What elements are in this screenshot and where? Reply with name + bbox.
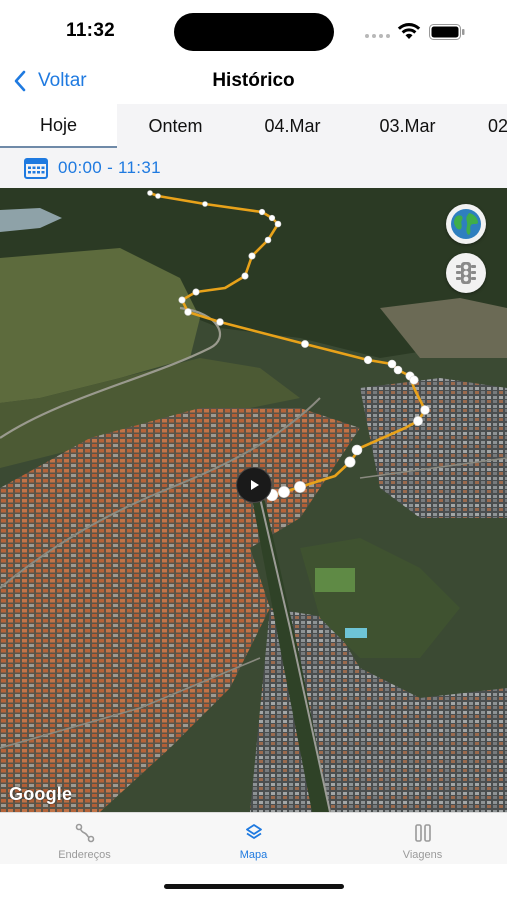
tab-mapa-label: Mapa	[239, 849, 268, 861]
traffic-toggle-button[interactable]	[446, 253, 486, 293]
navigation-bar: Voltar Histórico	[0, 58, 507, 104]
time-range-label: 00:00 - 11:31	[58, 158, 161, 177]
wifi-icon	[397, 23, 421, 39]
tab-viagens[interactable]: Viagens	[338, 813, 507, 865]
tab-enderecos-label: Endereços	[58, 849, 111, 861]
home-indicator[interactable]	[164, 884, 344, 889]
play-route-button[interactable]	[236, 467, 272, 503]
status-time: 11:32	[66, 20, 116, 41]
tab-04-mar[interactable]: 04.Mar	[234, 104, 351, 148]
layers-icon	[245, 824, 262, 839]
globe-icon	[451, 209, 481, 239]
date-tabs: Hoje Ontem 04.Mar 03.Mar 02	[0, 104, 507, 148]
traffic-light-icon	[456, 262, 476, 284]
tab-ontem[interactable]: Ontem	[117, 104, 234, 148]
calendar-icon	[24, 158, 48, 179]
play-icon	[251, 480, 259, 490]
tab-mapa[interactable]: Mapa	[169, 813, 338, 865]
columns-icon	[414, 824, 431, 842]
route-icon	[75, 823, 94, 843]
time-range-selector[interactable]: 00:00 - 11:31	[0, 148, 507, 188]
tab-02[interactable]: 02	[466, 104, 507, 148]
home-strip	[0, 864, 507, 900]
status-bar: 11:32	[0, 0, 507, 58]
page-title: Histórico	[212, 70, 295, 91]
satellite-map[interactable]: Google	[0, 188, 507, 812]
dynamic-island	[174, 13, 334, 51]
map-type-button[interactable]	[446, 204, 486, 244]
signal-icon	[365, 34, 390, 38]
battery-icon	[429, 24, 465, 40]
tab-hoje[interactable]: Hoje	[0, 104, 117, 148]
tab-enderecos[interactable]: Endereços	[0, 813, 169, 865]
tab-03-mar[interactable]: 03.Mar	[349, 104, 466, 148]
bottom-tab-bar: Endereços Mapa Viagens	[0, 812, 507, 864]
google-attribution: Google	[9, 784, 73, 804]
tab-viagens-label: Viagens	[402, 849, 443, 861]
